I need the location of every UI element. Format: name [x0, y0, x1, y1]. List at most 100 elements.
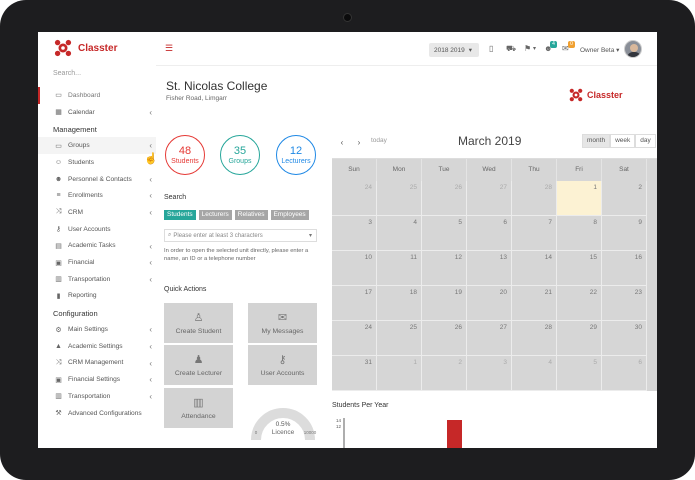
calendar-next-button[interactable]: › — [352, 135, 366, 149]
sidebar-item-advanced-configurations[interactable]: ⚒ Advanced Configurations — [38, 405, 156, 422]
sidebar-item-financial[interactable]: ▣ Financial ‹ — [38, 254, 156, 271]
section-management: Management — [53, 125, 97, 135]
user-accounts-button[interactable]: ⚷ User Accounts — [248, 345, 317, 385]
calendar-day-cell[interactable]: 19 — [422, 286, 467, 321]
sidebar-item-label: Groups — [68, 142, 90, 150]
stat-students[interactable]: 48 Students — [165, 135, 205, 175]
calendar-day-cell[interactable]: 2 — [602, 181, 647, 216]
calendar-day-cell[interactable]: 30 — [602, 321, 647, 356]
calendar-day-cell[interactable]: 5 — [422, 216, 467, 251]
sidebar-item-academic-tasks[interactable]: ▤ Academic Tasks ‹ — [38, 238, 156, 255]
calendar-day-cell[interactable]: 3 — [467, 356, 512, 391]
flag-icon[interactable]: ⚑ — [524, 44, 531, 53]
calendar-day-cell[interactable]: 26 — [422, 321, 467, 356]
calendar-day-cell[interactable]: 15 — [557, 251, 602, 286]
calendar-day-cell[interactable]: 18 — [377, 286, 422, 321]
create-student-button[interactable]: ♙ Create Student — [164, 303, 233, 343]
calendar-day-cell[interactable]: 8 — [557, 216, 602, 251]
calendar-day-cell[interactable]: 13 — [467, 251, 512, 286]
calendar-day-cell[interactable]: 20 — [467, 286, 512, 321]
calendar-day-cell[interactable]: 17 — [332, 286, 377, 321]
calendar-day-cell[interactable]: 5 — [557, 356, 602, 391]
chip-lecturers[interactable]: Lecturers — [198, 210, 232, 220]
calendar-day-cell[interactable]: 31 — [332, 356, 377, 391]
brand[interactable]: Classter — [54, 39, 117, 57]
calendar-day-cell[interactable]: 10 — [332, 251, 377, 286]
sidebar-search-input[interactable]: Search... — [53, 70, 81, 77]
calendar-day-cell[interactable]: 28 — [512, 181, 557, 216]
view-day-button[interactable]: day — [635, 134, 656, 148]
licence-gauge: 0.5% Licence 0 10000 — [251, 408, 317, 441]
quick-actions-title: Quick Actions — [164, 286, 207, 293]
sidebar-item-enrollments[interactable]: ≡ Enrollments ‹ — [38, 187, 156, 204]
calendar-day-cell[interactable]: 7 — [512, 216, 557, 251]
stat-lecturers[interactable]: 12 Lecturers — [276, 135, 316, 175]
calendar-day-cell[interactable]: 11 — [377, 251, 422, 286]
calendar-day-cell[interactable]: 3 — [332, 216, 377, 251]
chip-students[interactable]: Students — [164, 210, 196, 220]
avatar[interactable] — [624, 40, 642, 58]
chip-employees[interactable]: Employees — [270, 210, 309, 220]
my-messages-button[interactable]: ✉ My Messages — [248, 303, 317, 343]
calendar-day-cell[interactable]: 29 — [557, 321, 602, 356]
calendar-day-cell[interactable]: 27 — [467, 181, 512, 216]
calendar-day-cell[interactable]: 1 — [377, 356, 422, 391]
sidebar-item-crm[interactable]: ⤨ CRM ‹ — [38, 204, 156, 221]
calendar-today-button[interactable]: today — [371, 137, 387, 144]
calendar-day-cell[interactable]: 9 — [602, 216, 647, 251]
cart-icon[interactable]: ⛟ — [506, 44, 516, 54]
document-icon[interactable]: ▯ — [489, 44, 493, 53]
calendar-day-cell[interactable]: 23 — [602, 286, 647, 321]
sidebar-item-financial-settings[interactable]: ▣ Financial Settings ‹ — [38, 371, 156, 388]
sidebar-item-transportation-settings[interactable]: ▥ Transportation ‹ — [38, 388, 156, 405]
chip-relatives[interactable]: Relatives — [234, 210, 268, 220]
calendar-day-cell[interactable]: 6 — [467, 216, 512, 251]
calendar-day-cell[interactable]: 12 — [422, 251, 467, 286]
academic-year-select[interactable]: 2018 2019 ▾ — [429, 43, 479, 57]
calendar-day-cell[interactable]: 1 — [557, 181, 602, 216]
sidebar-item-user-accounts[interactable]: ⚷ User Accounts — [38, 221, 156, 238]
calendar-day-cell[interactable]: 6 — [602, 356, 647, 391]
sidebar-item-crm-management[interactable]: ⤨ CRM Management ‹ — [38, 355, 156, 372]
chevron-down-icon: ▾ — [533, 46, 537, 52]
sidebar-item-academic-settings[interactable]: ▲ Academic Settings ‹ — [38, 338, 156, 355]
app-screen: Classter Search... ▭ Dashboard ▦ Calenda… — [38, 32, 657, 448]
chevron-left-icon: ‹ — [149, 141, 152, 151]
chevron-left-icon: ‹ — [149, 107, 152, 117]
calendar-day-cell[interactable]: 28 — [512, 321, 557, 356]
sidebar-item-students[interactable]: ☺ Students — [38, 154, 156, 171]
calendar-day-cell[interactable]: 27 — [467, 321, 512, 356]
calendar-day-cell[interactable]: 24 — [332, 321, 377, 356]
sidebar-item-main-settings[interactable]: ⚙ Main Settings ‹ — [38, 321, 156, 338]
calendar-day-cell[interactable]: 25 — [377, 321, 422, 356]
view-week-button[interactable]: week — [610, 134, 636, 148]
stat-value: 12 — [289, 144, 303, 157]
sidebar-item-reporting[interactable]: ▮ Reporting — [38, 288, 156, 305]
sidebar-item-calendar[interactable]: ▦ Calendar ‹ — [38, 104, 156, 121]
sidebar-item-transportation[interactable]: ▥ Transportation ‹ — [38, 271, 156, 288]
calendar-day-cell[interactable]: 25 — [377, 181, 422, 216]
calendar-day-cell[interactable]: 4 — [512, 356, 557, 391]
sidebar-item-groups[interactable]: ▭ Groups ‹ — [38, 137, 156, 155]
search-input[interactable]: ⌕ Please enter at least 3 characters ▾ — [164, 229, 317, 242]
shuffle-icon: ⤨ — [55, 208, 62, 216]
calendar-day-cell[interactable]: 21 — [512, 286, 557, 321]
calendar-day-cell[interactable]: 2 — [422, 356, 467, 391]
laptop-icon: ▭ — [55, 92, 62, 100]
calendar-day-cell[interactable]: 26 — [422, 181, 467, 216]
calendar-day-cell[interactable]: 14 — [512, 251, 557, 286]
view-month-button[interactable]: month — [582, 134, 611, 148]
calendar-day-cell[interactable]: 16 — [602, 251, 647, 286]
calendar-prev-button[interactable]: ‹ — [335, 135, 349, 149]
sidebar-item-dashboard[interactable]: ▭ Dashboard — [38, 87, 156, 104]
calendar-day-cell[interactable]: 24 — [332, 181, 377, 216]
create-lecturer-button[interactable]: ♟ Create Lecturer — [164, 345, 233, 385]
calendar-day-cell[interactable]: 22 — [557, 286, 602, 321]
attendance-button[interactable]: ▥ Attendance — [164, 388, 233, 428]
settings-icon: ⚙ — [55, 326, 62, 334]
stat-groups[interactable]: 35 Groups — [220, 135, 260, 175]
calendar-day-cell[interactable]: 4 — [377, 216, 422, 251]
user-name[interactable]: Owner Beta ▾ — [580, 46, 619, 54]
hamburger-menu-icon[interactable]: ☰ — [165, 43, 173, 54]
sidebar-item-personnel[interactable]: ☻ Personnel & Contacts ‹ — [38, 171, 156, 188]
